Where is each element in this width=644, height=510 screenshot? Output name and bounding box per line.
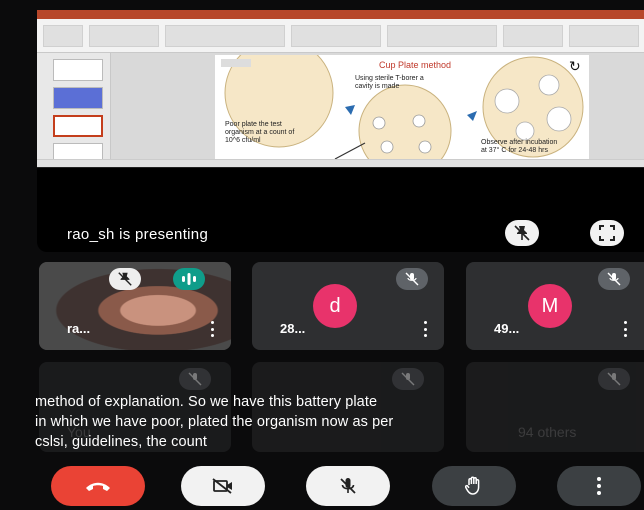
- more-vert-icon[interactable]: [618, 319, 632, 339]
- mic-off-icon: [607, 272, 621, 286]
- slide-note-left: Poor plate the test organism at a count …: [225, 121, 305, 145]
- participant-name: 49...: [494, 321, 520, 336]
- mic-off-icon: [607, 372, 621, 386]
- mic-off-icon: [401, 372, 415, 386]
- participant-name: ra...: [67, 321, 91, 336]
- svg-text:↻: ↻: [569, 59, 581, 75]
- mic-off-icon: [405, 272, 419, 286]
- mic-off-icon: [340, 478, 356, 494]
- caption-line: method of explanation. So we have this b…: [35, 394, 378, 410]
- mic-off-indicator: [179, 368, 211, 390]
- caption-line: cslsi, guidelines, the count: [35, 434, 208, 450]
- audio-level-icon: [182, 273, 196, 285]
- slide-canvas: ↻ Cup Plate method Poor plate the test o…: [111, 53, 644, 167]
- raise-hand-button[interactable]: [432, 466, 516, 506]
- more-vert-icon: [597, 477, 601, 495]
- hangup-icon: [86, 482, 110, 491]
- app-ribbon: [37, 19, 644, 53]
- pin-off-icon: [118, 272, 132, 286]
- participant-tile[interactable]: d 28...: [252, 262, 444, 350]
- slide-note-right: Observe after incubation at 37° C for 24…: [481, 139, 558, 154]
- live-caption: method of explanation. So we have this b…: [35, 392, 642, 452]
- pin-chip[interactable]: [109, 268, 141, 290]
- app-titlebar: [37, 10, 644, 19]
- fullscreen-button[interactable]: [590, 220, 624, 246]
- mic-off-icon: [188, 372, 202, 386]
- participant-tile[interactable]: ra...: [39, 262, 231, 350]
- hand-raise-icon: [465, 476, 480, 495]
- avatar: M: [528, 284, 572, 328]
- slide: ↻ Cup Plate method Poor plate the test o…: [215, 55, 589, 167]
- more-options-button[interactable]: [557, 466, 641, 506]
- app-statusbar: [37, 159, 644, 167]
- hangup-button[interactable]: [51, 466, 145, 506]
- participant-tile[interactable]: M 49...: [466, 262, 644, 350]
- fullscreen-icon: [599, 225, 615, 241]
- more-vert-icon[interactable]: [418, 319, 432, 339]
- mic-off-indicator: [396, 268, 428, 290]
- mic-off-indicator: [392, 368, 424, 390]
- slide-thumbnails: [37, 53, 111, 165]
- caption-line: in which we have poor, plated the organi…: [35, 414, 394, 430]
- unpin-button[interactable]: [505, 220, 539, 246]
- shared-screen: ↻ Cup Plate method Poor plate the test o…: [37, 10, 644, 168]
- presenting-label: rao_sh is presenting: [67, 226, 209, 243]
- slide-thumbnail: [53, 59, 103, 81]
- mic-off-indicator: [598, 268, 630, 290]
- slide-note-left-text-2: 10^6 cfu/ml: [225, 137, 261, 144]
- more-vert-icon[interactable]: [205, 319, 219, 339]
- mic-off-indicator: [598, 368, 630, 390]
- camera-off-icon: [212, 478, 232, 494]
- slide-thumbnail: [53, 115, 103, 137]
- mic-toggle-button[interactable]: [306, 466, 390, 506]
- participant-name: 28...: [280, 321, 306, 336]
- pin-off-icon: [514, 225, 530, 241]
- presenting-bar: rao_sh is presenting: [37, 168, 644, 252]
- avatar: d: [313, 284, 357, 328]
- slide-note-middle: Using sterile T-borer a cavity is made: [355, 75, 424, 90]
- speaking-indicator: [173, 268, 205, 290]
- meeting-screen: ↻ Cup Plate method Poor plate the test o…: [0, 0, 644, 510]
- camera-toggle-button[interactable]: [181, 466, 265, 506]
- slide-thumbnail: [53, 87, 103, 109]
- slide-title: Cup Plate method: [378, 60, 452, 70]
- slide-note-left-text: Poor plate the test organism at a count …: [225, 121, 295, 136]
